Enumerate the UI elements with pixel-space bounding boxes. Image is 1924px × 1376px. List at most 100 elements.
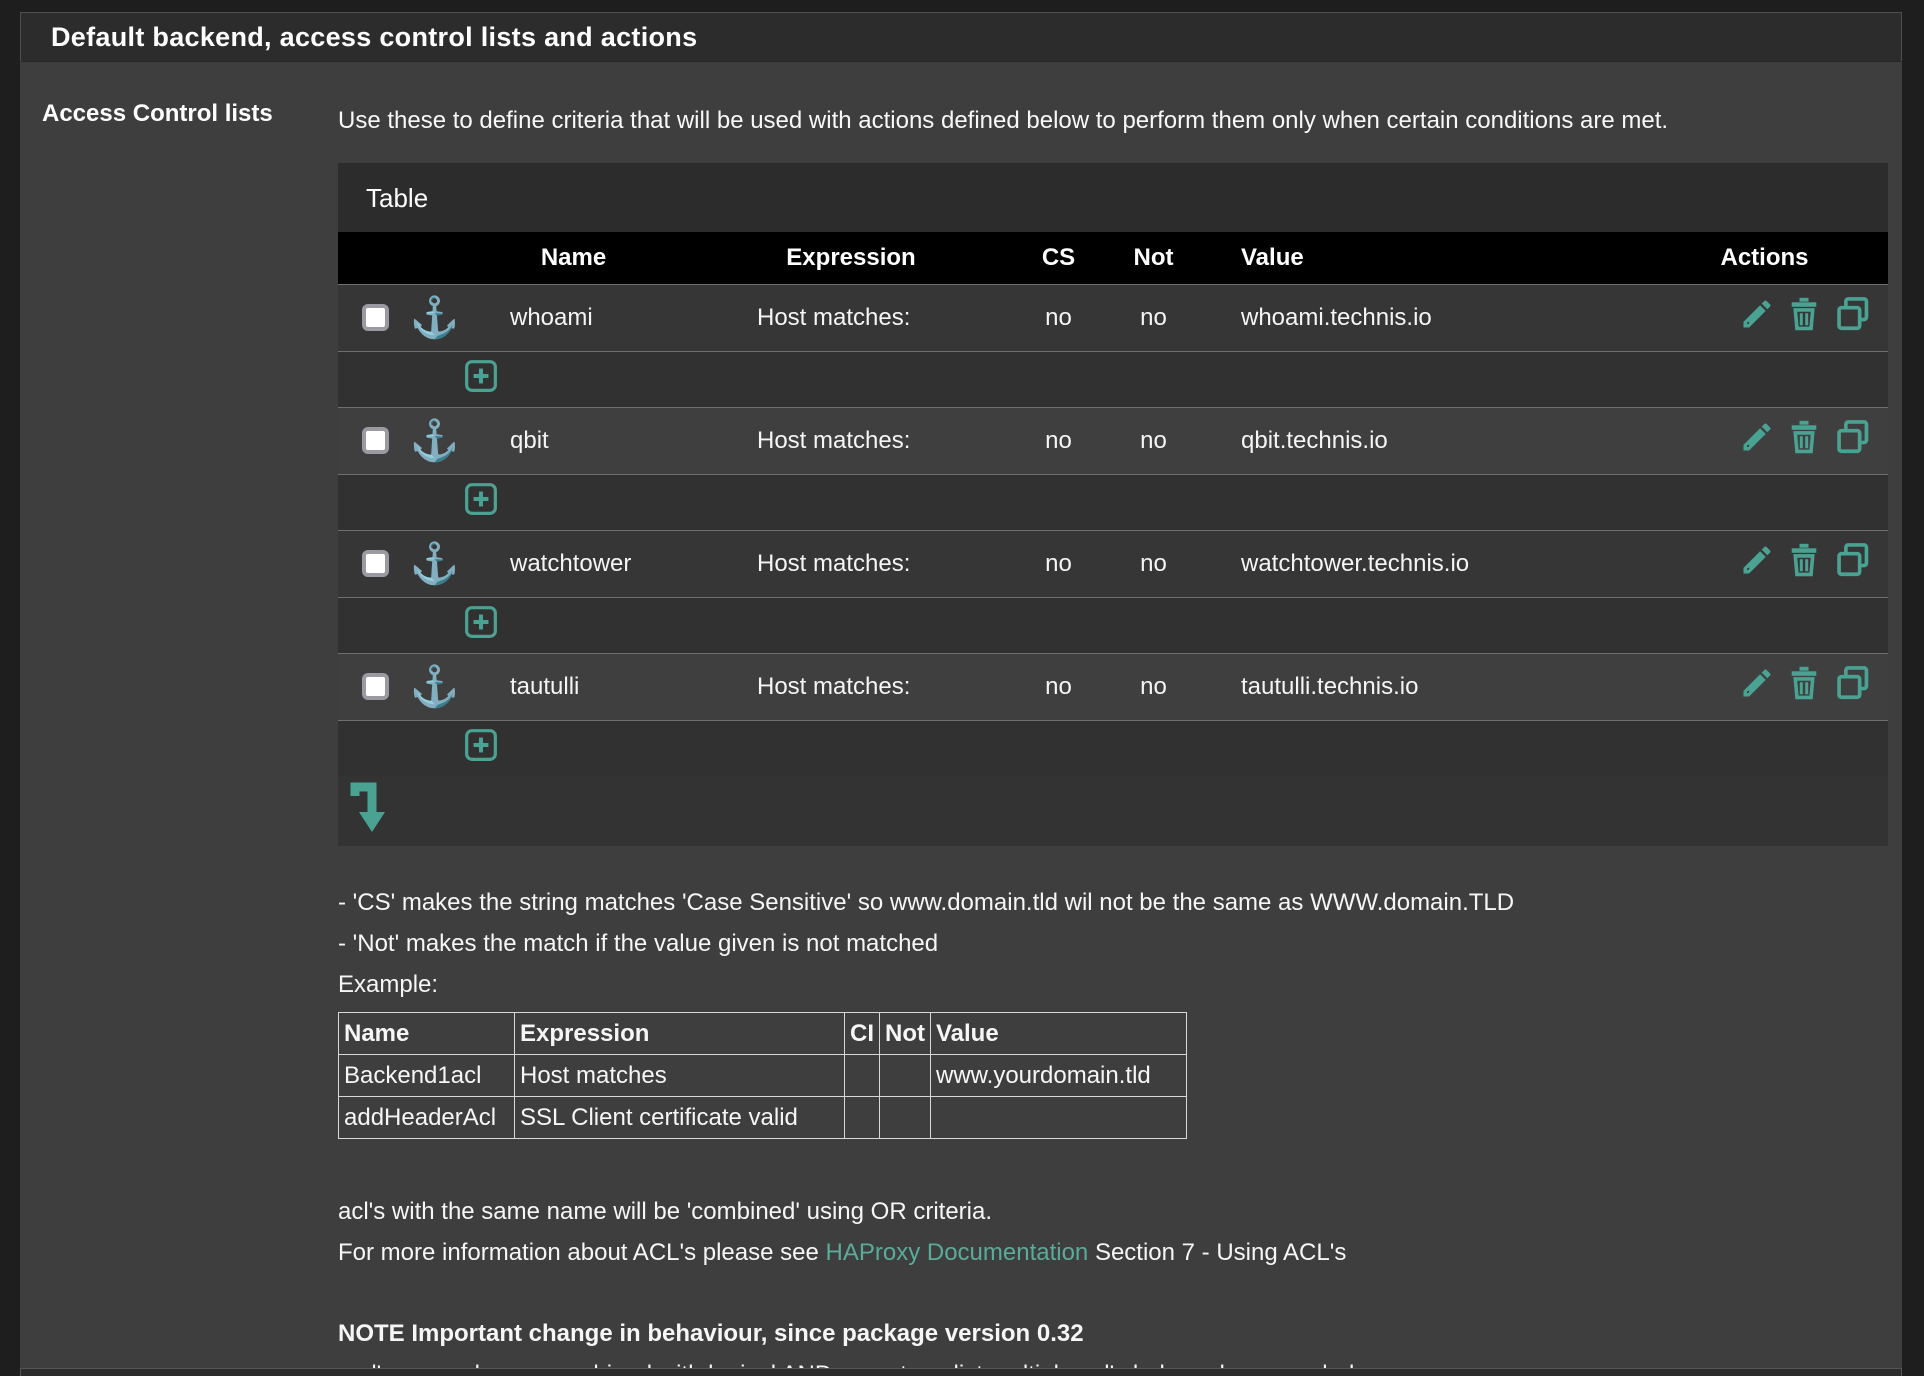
acl-not-cell: no [1106,529,1201,598]
acl-value-cell: qbit.technis.io [1201,406,1641,475]
trash-icon[interactable] [1786,296,1822,339]
example-cell [929,1096,1187,1139]
pencil-icon[interactable] [1739,665,1775,708]
haproxy-documentation-link[interactable]: HAProxy Documentation [826,1239,1089,1266]
acl-value-cell: whoami.technis.io [1201,283,1641,352]
not-note: - 'Not' makes the match if the value giv… [338,930,939,957]
example-cell [879,1096,931,1139]
more-info-line: For more information about ACL's please … [338,1232,1888,1273]
plus-icon[interactable] [464,359,498,400]
next-section-bar [20,1368,1902,1376]
example-label: Example: [338,971,439,998]
acl-row: ⚓ whoami Host matches: no no whoami.tech… [338,283,1888,352]
version-note-title: NOTE Important change in behaviour, sinc… [338,1320,1084,1347]
acl-add-row [338,474,1888,530]
acl-row: ⚓ watchtower Host matches: no no watchto… [338,529,1888,598]
acl-name-cell: qbit [456,406,691,475]
col-header-cs: CS [1041,243,1076,271]
example-cell: www.yourdomain.tld [929,1054,1187,1097]
acl-expression-cell: Host matches: [691,652,1011,721]
trash-icon[interactable] [1786,665,1822,708]
copy-icon[interactable] [1834,541,1872,586]
pencil-icon[interactable] [1739,296,1775,339]
acl-not-cell: no [1106,406,1201,475]
acl-not-cell: no [1106,283,1201,352]
example-cell: SSL Client certificate valid [514,1096,845,1139]
acl-row: ⚓ tautulli Host matches: no no tautulli.… [338,652,1888,721]
acl-expression-cell: Host matches: [691,406,1011,475]
anchor-icon[interactable]: ⚓ [410,421,460,461]
example-cell [844,1054,880,1097]
combine-note: acl's with the same name will be 'combin… [338,1198,993,1225]
section-title-bar: Default backend, access control lists an… [20,12,1902,62]
plus-icon[interactable] [464,728,498,769]
acl-cs-cell: no [1011,529,1106,598]
anchor-icon[interactable]: ⚓ [410,298,460,338]
row-select-checkbox[interactable] [362,673,389,700]
acl-cs-cell: no [1011,283,1106,352]
acl-cs-cell: no [1011,406,1106,475]
row-select-checkbox[interactable] [362,427,389,454]
section-title: Default backend, access control lists an… [51,22,698,52]
pencil-icon[interactable] [1739,419,1775,462]
acl-name-cell: watchtower [456,529,691,598]
col-header-not: Not [1133,243,1174,271]
col-header-actions: Actions [1720,243,1809,271]
example-table: Name Expression CI Not Value Backend1acl… [338,1012,1187,1139]
col-header-select [338,232,456,284]
acl-header-row: Name Expression CS Not Value Actions [338,232,1888,284]
example-col-ci: CI [844,1012,880,1055]
example-cell: Host matches [514,1054,845,1097]
trash-icon[interactable] [1786,542,1822,585]
example-col-expression: Expression [514,1012,845,1055]
pencil-icon[interactable] [1739,542,1775,585]
acl-value-cell: tautulli.technis.io [1201,652,1641,721]
acl-add-row [338,597,1888,653]
example-cell: addHeaderAcl [338,1096,515,1139]
example-col-value: Value [929,1012,1187,1055]
more-info-prefix: For more information about ACL's please … [338,1239,826,1266]
example-col-name: Name [338,1012,515,1055]
acl-row: ⚓ qbit Host matches: no no qbit.technis.… [338,406,1888,475]
move-down-icon[interactable] [348,778,392,843]
settings-panel: Default backend, access control lists an… [20,12,1902,1376]
trash-icon[interactable] [1786,419,1822,462]
acl-description: Use these to define criteria that will b… [338,107,1669,134]
plus-icon[interactable] [464,482,498,523]
copy-icon[interactable] [1834,664,1872,709]
col-header-expression: Expression [786,243,916,271]
acl-value-cell: watchtower.technis.io [1201,529,1641,598]
anchor-icon[interactable]: ⚓ [410,544,460,584]
copy-icon[interactable] [1834,418,1872,463]
acl-cs-cell: no [1011,652,1106,721]
acl-expression-cell: Host matches: [691,529,1011,598]
example-cell [844,1096,880,1139]
acl-main-column: Use these to define criteria that will b… [338,100,1888,1376]
cs-note: - 'CS' makes the string matches 'Case Se… [338,889,1515,916]
acl-table-box: Table Name Expression CS Not Value Actio… [338,163,1888,846]
acl-table-footer [338,776,1888,846]
example-cell: Backend1acl [338,1054,515,1097]
row-select-checkbox[interactable] [362,550,389,577]
acl-row-label: Access Control lists [42,100,273,127]
acl-add-row [338,351,1888,407]
copy-icon[interactable] [1834,295,1872,340]
acl-name-cell: whoami [456,283,691,352]
example-row: addHeaderAcl SSL Client certificate vali… [338,1096,1187,1139]
row-select-checkbox[interactable] [362,304,389,331]
example-row: Backend1acl Host matches www.yourdomain.… [338,1054,1187,1097]
acl-table-title: Table [366,183,429,213]
example-cell [879,1054,931,1097]
col-header-name: Name [540,243,607,271]
acl-expression-cell: Host matches: [691,283,1011,352]
example-header-row: Name Expression CI Not Value [338,1012,1187,1055]
acl-not-cell: no [1106,652,1201,721]
acl-name-cell: tautulli [456,652,691,721]
plus-icon[interactable] [464,605,498,646]
anchor-icon[interactable]: ⚓ [410,667,460,707]
example-col-not: Not [879,1012,931,1055]
section-content: Access Control lists Use these to define… [20,62,1902,1376]
acl-table: Name Expression CS Not Value Actions ⚓ w… [338,232,1888,776]
acl-add-row [338,720,1888,776]
col-header-value: Value [1241,243,1304,271]
